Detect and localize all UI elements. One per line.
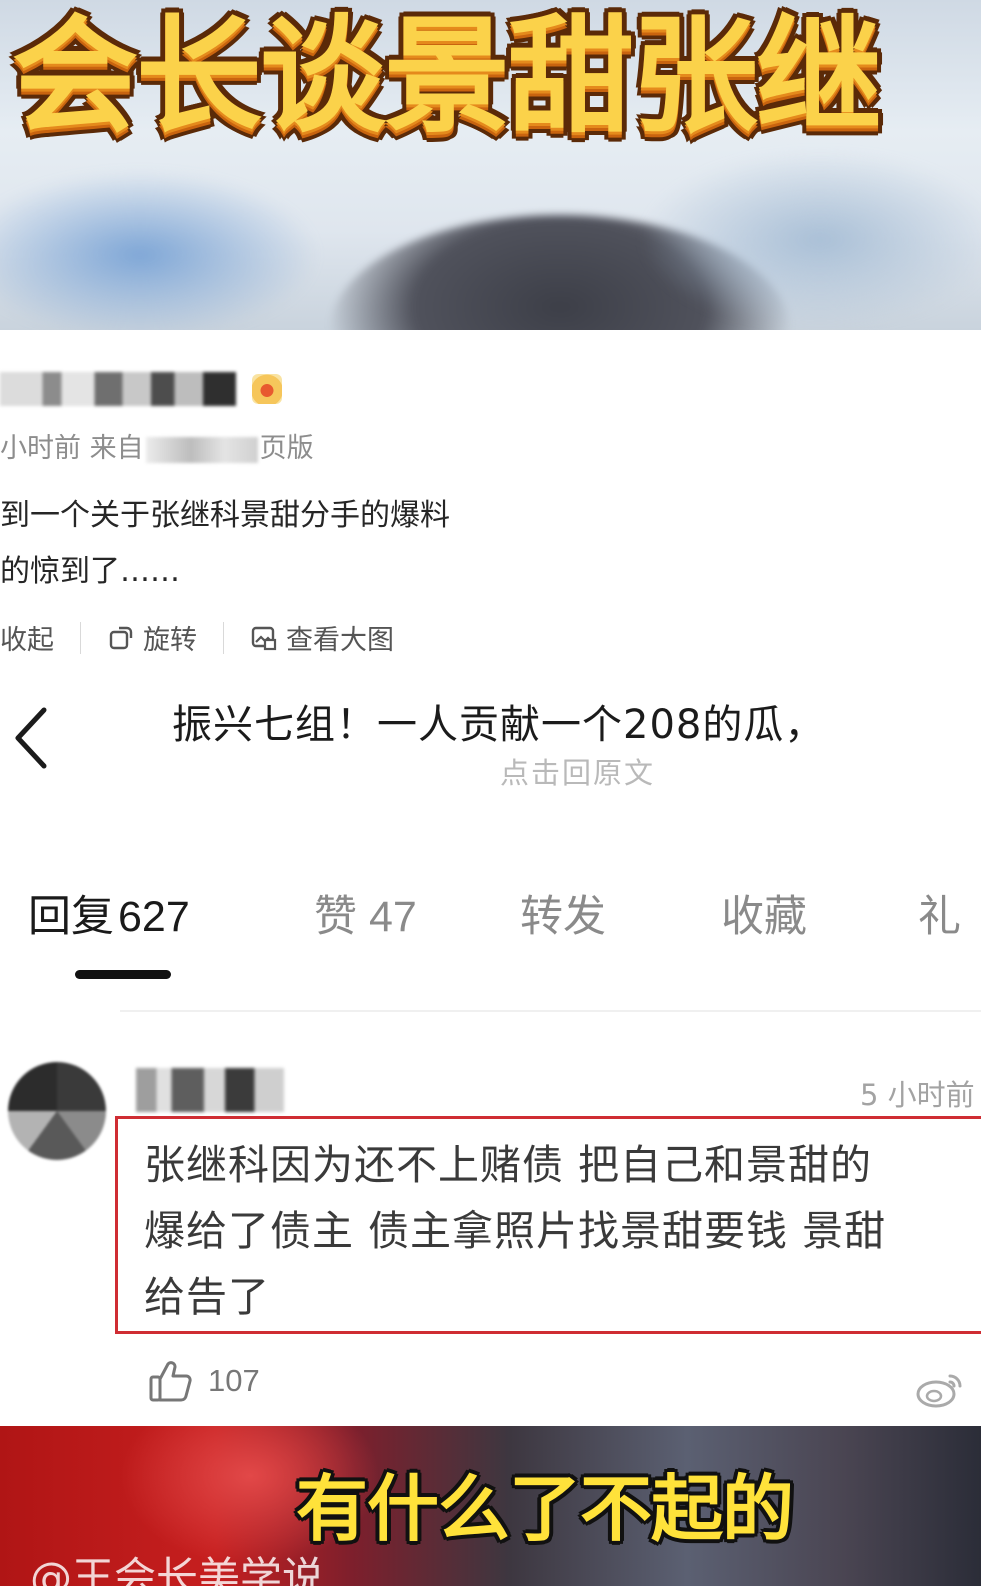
- divider: [80, 621, 81, 654]
- interaction-tabs: 回复627 赞 47 转发 收藏 礼: [0, 860, 981, 1020]
- detail-header: 振兴七组！一人贡献一个208的瓜， 点击回原文: [0, 670, 981, 810]
- tab-label: 回复: [28, 892, 114, 942]
- collapse-button[interactable]: 收起: [0, 618, 54, 657]
- comment-item: 5 小时前 张继科因为还不上赌债 把自己和景甜的 爆给了债主 债主拿照片找景甜要…: [0, 1040, 981, 1430]
- weibo-icon[interactable]: [914, 1370, 966, 1410]
- comment-line: 爆给了债主 债主拿照片找景甜要钱 景甜: [144, 1207, 887, 1255]
- watermark: @王会长美学说: [30, 1553, 325, 1586]
- back-to-original-link[interactable]: 点击回原文: [500, 750, 655, 792]
- post-body: 到一个关于张继科景甜分手的爆料 的惊到了……: [0, 488, 450, 600]
- collapse-label: 收起: [0, 625, 54, 656]
- tab-count: 627: [118, 893, 190, 941]
- comment-line: 给告了: [144, 1273, 270, 1321]
- tab-favorites[interactable]: 收藏: [721, 882, 807, 944]
- tab-label: 赞: [314, 892, 357, 942]
- user-badge-icon: [252, 374, 282, 404]
- post-source-prefix: 来自: [89, 433, 144, 464]
- divider: [120, 1010, 981, 1012]
- post-meta: 小时前 来自 页版: [0, 426, 314, 465]
- post-card: 小时前 来自 页版 到一个关于张继科景甜分手的爆料 的惊到了…… 收起 旋转 查看…: [0, 330, 981, 670]
- tab-reposts[interactable]: 转发: [520, 882, 606, 944]
- like-count: 107: [208, 1363, 260, 1398]
- video-banner: 会长谈景甜张继: [0, 0, 981, 330]
- tab-replies[interactable]: 回复627: [28, 882, 190, 944]
- header-title: 振兴七组！一人贡献一个208的瓜，: [172, 702, 826, 748]
- view-large-button[interactable]: 查看大图: [250, 618, 394, 657]
- thumbs-up-icon: [149, 1361, 192, 1402]
- chevron-left-icon[interactable]: [10, 706, 54, 770]
- tab-label: 转发: [520, 892, 606, 942]
- view-large-label: 查看大图: [286, 625, 394, 656]
- rotate-button[interactable]: 旋转: [107, 618, 197, 657]
- avatar[interactable]: [8, 1062, 106, 1160]
- post-time: 小时前: [0, 433, 81, 464]
- tab-count: 47: [369, 893, 417, 941]
- post-source-redacted: [145, 436, 258, 463]
- like-button[interactable]: 107: [148, 1358, 260, 1404]
- post-source-suffix: 页版: [259, 433, 314, 464]
- post-body-line: 到一个关于张继科景甜分手的爆料: [0, 498, 450, 533]
- comment-line: 张继科因为还不上赌债 把自己和景甜的: [144, 1141, 873, 1189]
- rotate-label: 旋转: [143, 625, 197, 656]
- comment-username-redacted: [136, 1068, 284, 1112]
- comment-body: 张继科因为还不上赌债 把自己和景甜的 爆给了债主 债主拿照片找景甜要钱 景甜 给…: [144, 1132, 886, 1330]
- banner-background-blur: [640, 150, 981, 330]
- image-icon: [251, 626, 277, 650]
- video-caption-strip: 有什么了不起的 @王会长美学说: [0, 1426, 981, 1586]
- banner-background-blur: [0, 170, 320, 330]
- tab-label: 礼: [918, 892, 961, 942]
- divider: [223, 621, 224, 654]
- tab-label: 收藏: [721, 892, 807, 942]
- banner-title: 会长谈景甜张继: [12, 3, 882, 150]
- tab-gifts[interactable]: 礼: [918, 882, 961, 944]
- image-toolbar: 收起 旋转 查看大图: [0, 618, 394, 657]
- comment-time: 5 小时前: [860, 1078, 975, 1112]
- rotate-icon: [109, 626, 133, 649]
- tab-likes[interactable]: 赞 47: [314, 882, 417, 944]
- video-caption: 有什么了不起的: [296, 1467, 794, 1551]
- post-body-line: 的惊到了……: [0, 554, 180, 589]
- active-tab-indicator: [75, 970, 171, 979]
- post-username-redacted: [0, 372, 236, 406]
